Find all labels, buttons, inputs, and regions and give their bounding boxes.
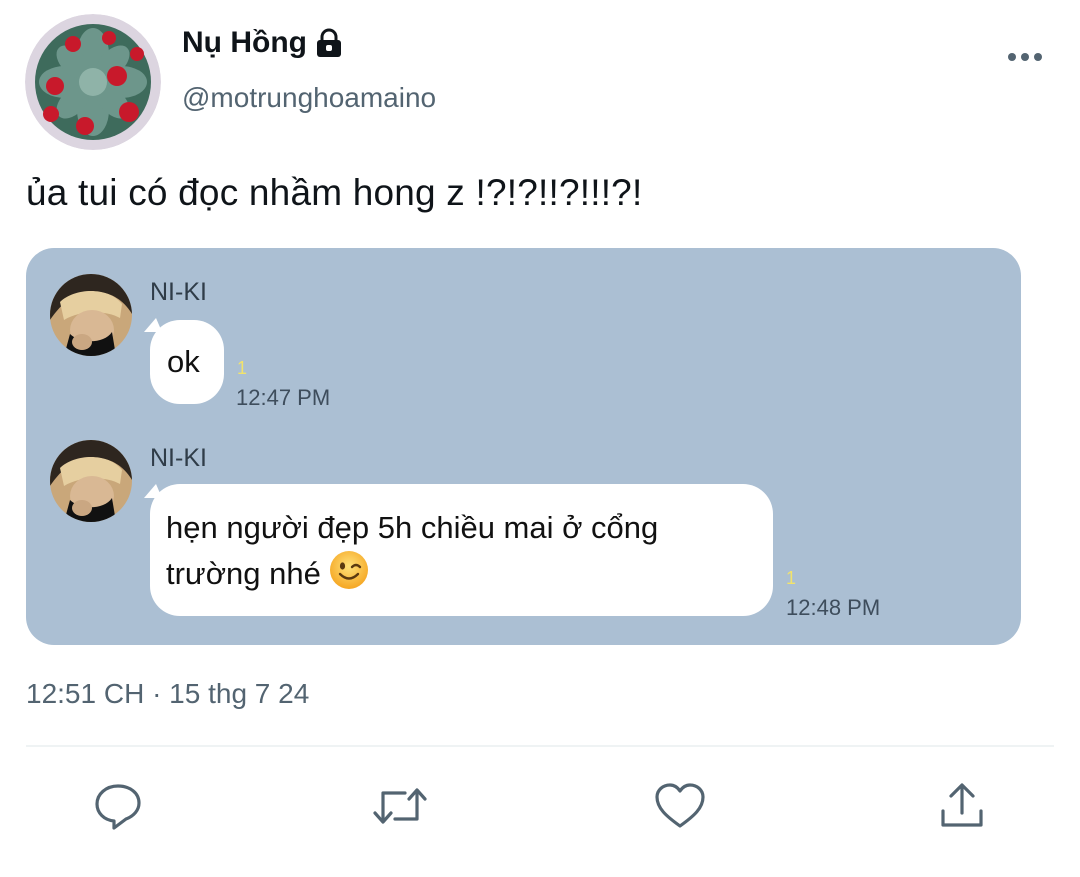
share-button[interactable] — [934, 780, 990, 836]
chat-message-line-2: trường nhé — [166, 556, 321, 591]
profile-avatar[interactable] — [25, 14, 161, 150]
chat-message-text: ok — [167, 344, 200, 379]
tweet-text: ủa tui có đọc nhầm hong z !?!?!!?!!!?! — [26, 172, 643, 213]
display-name-row[interactable]: Nụ Hồng — [182, 26, 343, 60]
chat-sender-name: NI-KI — [150, 444, 207, 472]
divider — [26, 745, 1054, 747]
chat-message-line-1: hẹn người đẹp 5h chiều mai ở cổng — [166, 510, 659, 545]
chat-bubble: hẹn người đẹp 5h chiều mai ở cổng trường… — [150, 484, 773, 616]
read-receipt-count: 1 — [786, 568, 797, 588]
chat-avatar — [50, 440, 132, 522]
more-icon[interactable] — [1008, 50, 1042, 64]
reply-icon — [93, 781, 143, 836]
retweet-icon — [371, 781, 429, 836]
display-name[interactable]: Nụ Hồng — [182, 26, 307, 60]
retweet-button[interactable] — [372, 780, 428, 836]
winking-face-emoji — [329, 550, 369, 590]
chat-sender-name: NI-KI — [150, 278, 207, 306]
tweet-timestamp[interactable]: 12:51 CH · 15 thg 7 24 — [26, 678, 309, 710]
chat-bubble: ok — [150, 320, 224, 404]
message-time: 12:47 PM — [236, 385, 331, 410]
read-receipt-count: 1 — [237, 358, 248, 378]
chat-avatar — [50, 274, 132, 356]
message-time: 12:48 PM — [786, 595, 881, 620]
reply-button[interactable] — [90, 780, 146, 836]
heart-icon — [654, 782, 706, 835]
tweet-media-image[interactable]: NI-KI ok 1 12:47 PM NI-KI hẹn người đẹp … — [26, 248, 1021, 645]
share-icon — [937, 781, 987, 836]
like-button[interactable] — [652, 780, 708, 836]
lock-icon — [315, 28, 343, 58]
user-handle[interactable]: @motrunghoamaino — [182, 82, 436, 114]
